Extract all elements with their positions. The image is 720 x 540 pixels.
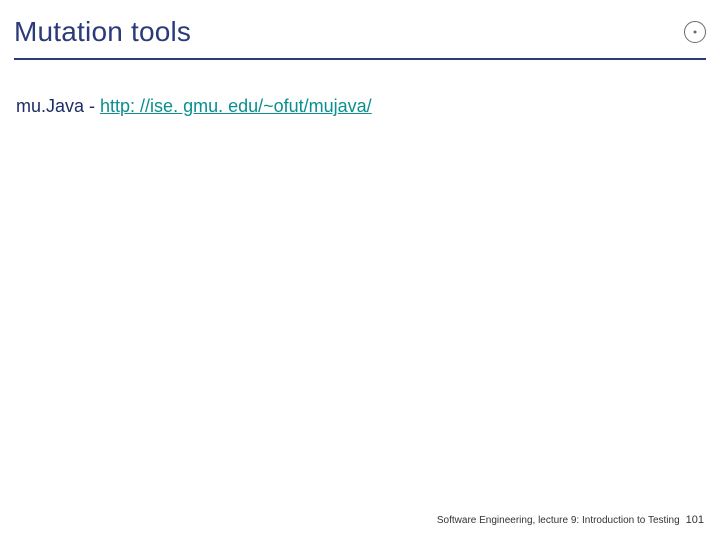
title-divider — [14, 58, 706, 60]
logo-icon — [684, 21, 706, 43]
page-title: Mutation tools — [14, 16, 191, 48]
separator: - — [89, 96, 100, 116]
page-number: 101 — [686, 514, 704, 526]
title-row: Mutation tools — [14, 16, 706, 48]
footer: Software Engineering, lecture 9: Introdu… — [437, 514, 704, 526]
slide: Mutation tools mu.Java - http: //ise. gm… — [0, 0, 720, 540]
tool-link[interactable]: http: //ise. gmu. edu/~ofut/mujava/ — [100, 96, 372, 116]
footer-text: Software Engineering, lecture 9: Introdu… — [437, 515, 680, 526]
body-text: mu.Java - http: //ise. gmu. edu/~ofut/mu… — [16, 96, 704, 117]
tool-name: mu.Java — [16, 96, 89, 116]
